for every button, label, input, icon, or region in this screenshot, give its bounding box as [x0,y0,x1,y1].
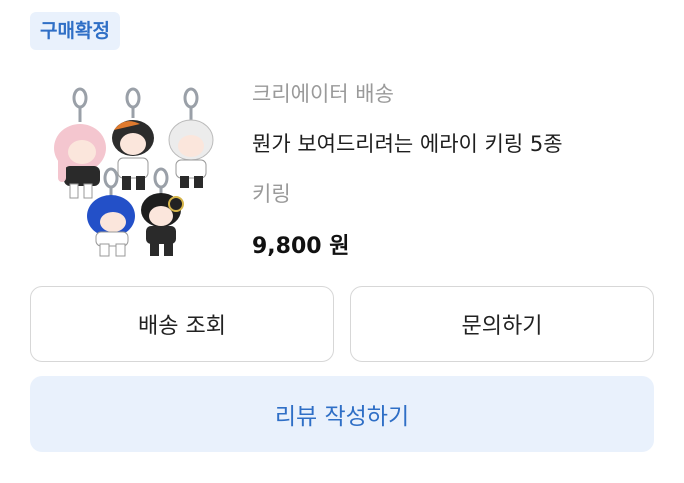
product-option: 키링 [252,182,291,206]
product-price: 9,800 원 [252,234,350,259]
order-product-card[interactable]: 크리에이터 배송 뭔가 보여드리려는 에라이 키링 5종 키링 9,800 원 [30,70,654,270]
inquiry-button[interactable]: 문의하기 [350,286,654,362]
status-badge: 구매확정 [30,12,120,50]
keychain-product-image [54,87,214,257]
product-title[interactable]: 뭔가 보여드리려는 에라이 키링 5종 [252,128,563,158]
product-thumbnail[interactable] [40,78,220,260]
seller-label: 크리에이터 배송 [252,82,394,106]
track-shipping-button[interactable]: 배송 조회 [30,286,334,362]
write-review-button[interactable]: 리뷰 작성하기 [30,376,654,452]
